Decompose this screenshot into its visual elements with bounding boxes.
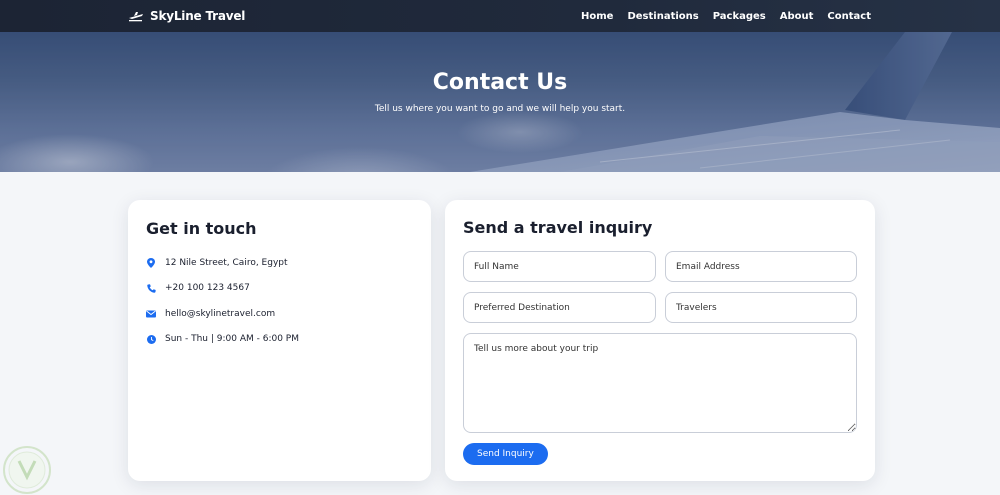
page-subtitle: Tell us where you want to go and we will… (374, 104, 626, 114)
inquiry-form-card: Send a travel inquiry Send Inquiry (445, 200, 875, 481)
clock-icon (146, 334, 156, 344)
page-title: Contact Us (432, 70, 568, 95)
hero-overlay (0, 32, 1000, 172)
nav-link-about[interactable]: About (780, 11, 814, 22)
address-text: 12 Nile Street, Cairo, Egypt (165, 257, 288, 268)
trip-details-textarea[interactable] (463, 333, 857, 433)
nav-link-contact[interactable]: Contact (827, 11, 871, 22)
address-item: 12 Nile Street, Cairo, Egypt (146, 250, 413, 276)
brand-logo[interactable]: SkyLine Travel (128, 0, 245, 32)
email-field[interactable] (665, 251, 857, 282)
navbar: SkyLine Travel Home Destinations Package… (0, 0, 1000, 32)
send-inquiry-button[interactable]: Send Inquiry (463, 443, 548, 465)
email-text: hello@skylinetravel.com (165, 308, 276, 319)
airplane-icon (129, 12, 143, 22)
hours-item: Sun - Thu | 9:00 AM - 6:00 PM (146, 327, 413, 353)
hours-text: Sun - Thu | 9:00 AM - 6:00 PM (165, 334, 299, 345)
nav-link-destinations[interactable]: Destinations (627, 11, 698, 22)
contact-info-list: 12 Nile Street, Cairo, Egypt +20 100 123… (146, 250, 413, 352)
phone-text: +20 100 123 4567 (165, 283, 250, 294)
form-fields-grid (463, 251, 857, 323)
main-nav: Home Destinations Packages About Contact (581, 0, 871, 32)
inquiry-form: Send Inquiry (463, 251, 857, 465)
brand-name: SkyLine Travel (150, 9, 246, 23)
nav-link-home[interactable]: Home (581, 11, 613, 22)
watermark-seal-icon (3, 446, 51, 494)
map-pin-icon (146, 257, 156, 268)
travelers-field[interactable] (665, 292, 857, 323)
destination-field[interactable] (463, 292, 656, 323)
inquiry-form-title: Send a travel inquiry (463, 218, 653, 237)
nav-link-packages[interactable]: Packages (713, 11, 766, 22)
hero-banner: Contact Us Tell us where you want to go … (0, 32, 1000, 172)
phone-item: +20 100 123 4567 (146, 276, 413, 302)
contact-info-title: Get in touch (146, 219, 257, 238)
email-item: hello@skylinetravel.com (146, 301, 413, 327)
contact-info-card: Get in touch 12 Nile Street, Cairo, Egyp… (128, 200, 431, 481)
phone-icon (146, 283, 156, 293)
full-name-field[interactable] (463, 251, 656, 282)
envelope-icon (146, 309, 156, 319)
